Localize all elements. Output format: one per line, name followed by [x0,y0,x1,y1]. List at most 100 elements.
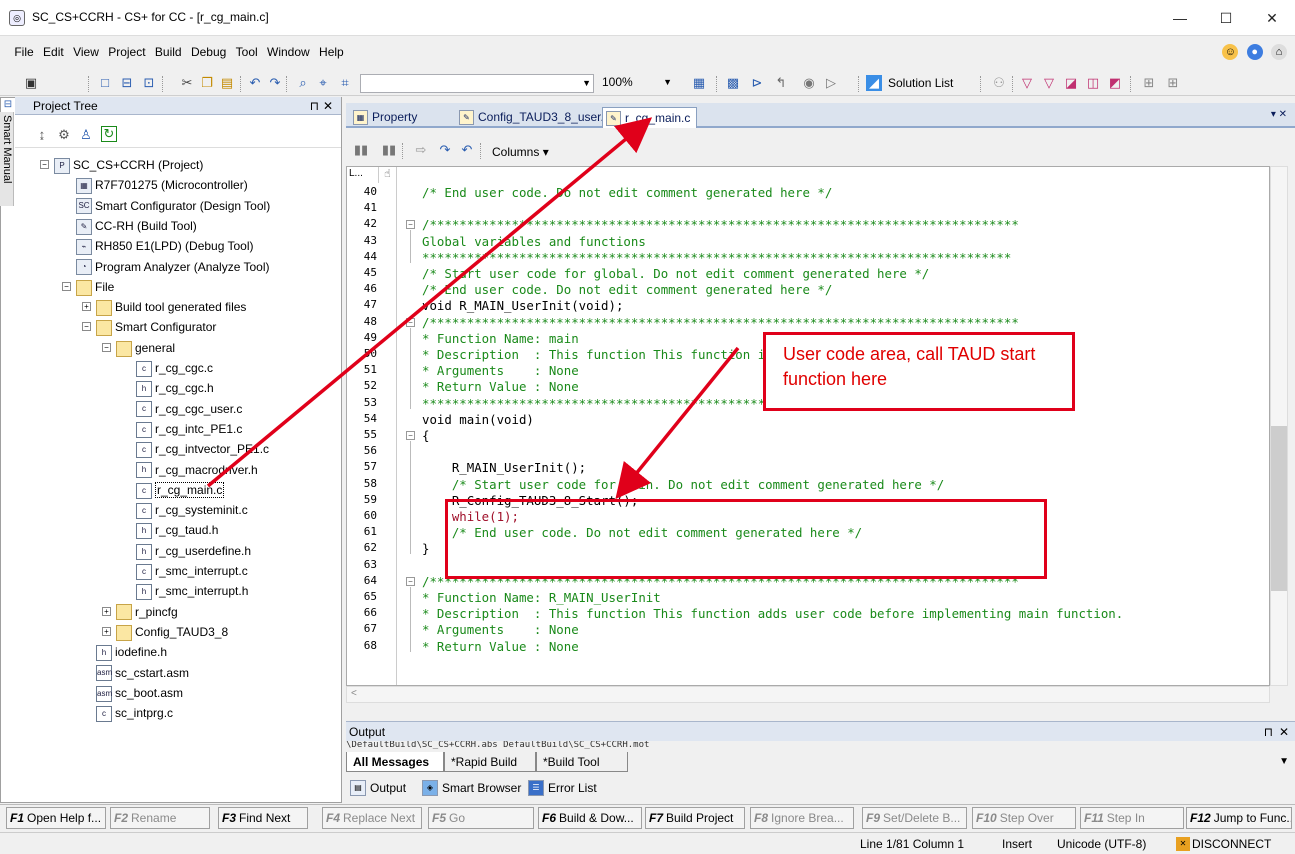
tree-node[interactable]: h iodefine.h [96,642,167,662]
save-icon[interactable]: ⊡ [140,74,158,92]
code-line[interactable]: } [422,541,429,557]
new-file-icon[interactable]: □ [96,74,114,92]
find-icon[interactable]: ⌕ [294,74,312,92]
tab-r-cg-main[interactable]: ✎ r_cg_main.c [602,107,698,128]
editor-scroll-thumb[interactable] [1271,426,1287,591]
menu-debug[interactable]: Debug [188,42,229,62]
lock-icon[interactable]: ⌂ [1271,44,1287,60]
tree-node[interactable]: Build tool generated files [96,297,246,317]
tab-output[interactable]: ▤ Output [350,779,406,797]
code-line[interactable]: * Arguments : None [422,622,579,638]
fold-icon[interactable]: − [406,431,415,440]
code-line[interactable]: Global variables and functions [422,234,646,250]
fkey-f10[interactable]: F10 Step Over [972,807,1076,829]
tree-node[interactable]: c r_cg_intvector_PE1.c [136,439,269,459]
code-line[interactable]: /***************************************… [422,217,1019,233]
menu-help[interactable]: Help [316,42,347,62]
forward-icon[interactable]: ↷ [436,141,454,159]
code-line[interactable]: void R_MAIN_UserInit(void); [422,298,623,314]
collapse-icon[interactable]: − [82,322,91,332]
go-icon[interactable]: ▷ [822,74,840,92]
menu-project[interactable]: Project [105,42,148,62]
menu-file[interactable]: File [11,42,36,62]
bookmark-next-icon[interactable]: ▮▮ [380,141,398,159]
minimize-button[interactable]: — [1157,0,1203,36]
code-line[interactable]: /* Start user code for main. Do not edit… [422,477,944,493]
fkey-f5[interactable]: F5 Go [428,807,534,829]
properties-icon[interactable]: ⚙ [55,126,73,144]
tree-node[interactable]: h r_cg_cgc.h [136,378,214,398]
tree-node[interactable]: r_pincfg [116,602,178,622]
memory-icon[interactable]: ▽ [1040,74,1058,92]
close-button[interactable]: ✕ [1249,0,1295,36]
tree-node[interactable]: h r_cg_macrodriver.h [136,460,258,480]
tree-node[interactable]: c r_cg_systeminit.c [136,500,248,520]
zoom-combo[interactable]: 100% ▼ [598,74,678,93]
tree-node[interactable]: ◔ Program Analyzer (Analyze Tool) [76,257,270,277]
code-line[interactable]: * Arguments : None [422,363,579,379]
fkey-f7[interactable]: F7 Build Project [645,807,745,829]
expand-icon[interactable]: + [102,606,111,616]
tree-node[interactable]: File [76,277,114,297]
tree-node[interactable]: c r_cg_cgc_user.c [136,399,242,419]
tab-property[interactable]: ▦ Property [350,107,450,128]
menu-build[interactable]: Build [152,42,185,62]
close-output-icon[interactable]: ✕ [1279,722,1289,742]
fkey-f8[interactable]: F8 Ignore Brea... [750,807,854,829]
code-line[interactable]: * Function Name: main [422,331,579,347]
code-line[interactable]: /* End user code. Do not edit comment ge… [422,282,832,298]
find-next-icon[interactable]: ⌗ [336,74,354,92]
tree-node[interactable]: c r_cg_intc_PE1.c [136,419,242,439]
menu-window[interactable]: Window [264,42,313,62]
tab-build-tool[interactable]: *Build Tool [536,752,628,772]
trace-icon[interactable]: ◫ [1084,74,1102,92]
tab-all-messages[interactable]: All Messages [346,752,444,772]
code-line[interactable]: /* End user code. Do not edit comment ge… [422,185,832,201]
tree-node[interactable]: c r_cg_main.c [136,480,225,500]
fkey-f2[interactable]: F2 Rename [110,807,210,829]
fkey-f4[interactable]: F4 Replace Next [322,807,422,829]
register-icon[interactable]: ◪ [1062,74,1080,92]
pin-icon[interactable]: ⊓ [310,97,319,115]
tree-node[interactable]: h r_smc_interrupt.h [136,581,248,601]
tree-node[interactable]: general [116,338,175,358]
smiley-icon[interactable]: ☺ [1222,44,1239,60]
pin-icon[interactable]: ⊓ [1264,722,1273,742]
code-editor[interactable]: L... ☝ 40 41 42 43 44 45 46 47 48 49 50 51 52 53 54 55 5… [346,166,1270,686]
fold-icon[interactable]: − [406,576,415,586]
collapse-icon[interactable]: − [62,281,71,291]
smart-manual-tab[interactable]: Smart Manual [0,112,14,206]
copy-icon[interactable]: ❐ [198,74,216,92]
search-combo[interactable]: ▼ [360,74,594,93]
tree-node[interactable]: asm sc_boot.asm [96,683,183,703]
tab-config-taud3-8-user[interactable]: ✎ Config_TAUD3_8_user.c [456,107,610,128]
maximize-button[interactable]: ☐ [1203,0,1249,36]
reset-icon[interactable]: ↰ [772,74,790,92]
close-panel-icon[interactable]: ✕ [323,97,333,115]
columns-button[interactable]: Columns ▾ [492,145,549,159]
analyze-icon[interactable]: ⚇ [990,74,1008,92]
expand-icon[interactable]: + [102,626,111,636]
tree-node[interactable]: h r_cg_userdefine.h [136,541,251,561]
fkey-f11[interactable]: F11 Step In [1080,807,1184,829]
layout2-icon[interactable]: ⊞ [1164,74,1182,92]
connection-status[interactable]: DISCONNECT [1192,833,1271,854]
info-globe-icon[interactable]: ● [1246,44,1263,60]
project-icon[interactable]: ▣ [22,74,40,92]
code-line[interactable]: * Return Value : None [422,379,579,395]
stop-icon[interactable]: ◉ [800,74,818,92]
code-line[interactable]: * Function Name: R_MAIN_UserInit [422,590,661,606]
timer-icon[interactable]: ◩ [1106,74,1124,92]
jump-icon[interactable]: ⇨ [412,141,430,159]
tree-node[interactable]: c r_smc_interrupt.c [136,561,248,581]
paste-icon[interactable]: ▤ [218,74,236,92]
download-icon[interactable]: ▩ [724,74,742,92]
code-line[interactable]: /***************************************… [422,315,1019,331]
bookmark-icon[interactable]: ▮▮ [352,141,370,159]
tree-node[interactable]: ✎ CC-RH (Build Tool) [76,216,197,236]
tree-node[interactable]: Smart Configurator [96,317,216,337]
menu-edit[interactable]: Edit [40,42,67,62]
code-line[interactable]: * Description : This function This funct… [422,606,1123,622]
sort-icon[interactable]: ↨ [33,126,51,144]
editor-horizontal-scrollbar[interactable]: < [346,686,1270,703]
